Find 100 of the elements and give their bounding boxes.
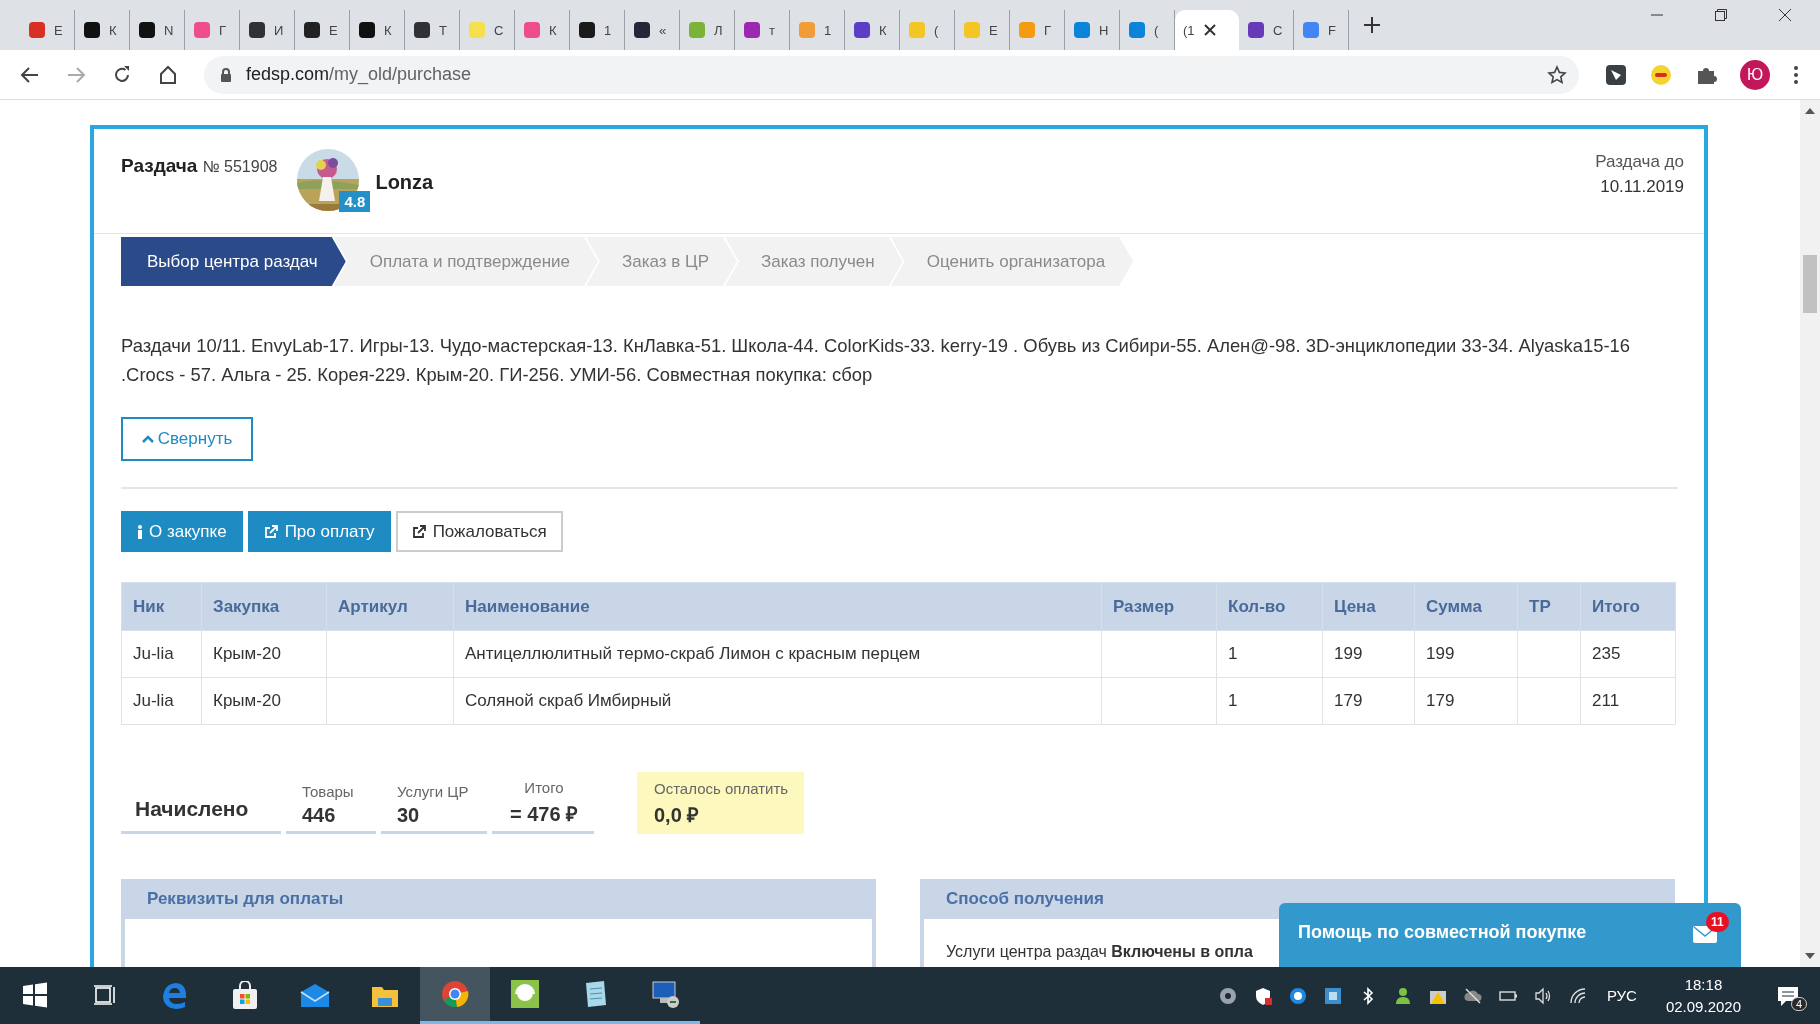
skype-icon[interactable] [1217,985,1238,1006]
rating-badge: 4.8 [339,191,371,212]
scroll-up-icon[interactable] [1805,108,1815,114]
favicon-icon [303,21,321,39]
star-icon[interactable] [1547,64,1567,85]
browser-tab[interactable]: С [460,10,515,50]
browser-tab[interactable]: С [1239,10,1294,50]
purchase-number: № 551908 [202,158,278,175]
favicon-icon [963,21,981,39]
browser-tab[interactable]: F [1294,10,1349,50]
profile-avatar[interactable]: Ю [1740,59,1770,90]
progress-step[interactable]: Выбор центра раздач [121,237,346,286]
cloud-icon[interactable] [1462,985,1483,1006]
favicon-icon [743,21,761,39]
column-header[interactable]: Цена [1322,582,1415,631]
table-cell: 199 [1414,630,1518,678]
column-header[interactable]: Кол-во [1216,582,1323,631]
browser-tab[interactable]: Е [20,10,75,50]
unread-badge: 11 [1706,912,1729,932]
summary-value: 446 [302,804,337,827]
browser-tab[interactable]: Л [680,10,735,50]
favicon-icon [853,21,871,39]
browser-tab[interactable]: ( [1120,10,1175,50]
browser-tab[interactable]: 1 [790,10,845,50]
action-button[interactable]: О закупке [121,511,243,552]
collapse-button[interactable]: Свернуть [121,417,253,461]
close-icon[interactable] [1778,8,1792,22]
column-header[interactable]: ТР [1517,582,1581,631]
favicon-icon [1073,21,1091,39]
browser-tab[interactable]: т [735,10,790,50]
reload-icon[interactable] [112,64,132,85]
browser-tab[interactable]: N [130,10,185,50]
restore-icon[interactable] [1714,8,1728,22]
scrollbar[interactable] [1800,100,1820,967]
extension-icon[interactable] [1650,63,1672,86]
browser-tab[interactable]: И [240,10,295,50]
browser-tab[interactable]: « [625,10,680,50]
favicon-icon [523,21,541,39]
table-cell: 235 [1580,630,1676,678]
table-cell: Крым-20 [201,677,327,725]
browser-tab[interactable]: Е [295,10,350,50]
clock[interactable]: 18:18 02.09.2020 [1665,973,1741,1018]
scroll-down-icon[interactable] [1805,953,1815,959]
browser-tab[interactable]: Г [1010,10,1065,50]
browser-tab[interactable]: Н [1065,10,1120,50]
column-header[interactable]: Размер [1101,582,1217,631]
menu-icon[interactable] [1793,64,1799,85]
favicon-icon [413,21,431,39]
wifi-icon[interactable] [1567,985,1588,1006]
chat-title: Помощь по совместной покупке [1298,922,1587,943]
browser-tab[interactable]: Т [405,10,460,50]
column-header[interactable]: Итого [1580,582,1676,631]
panel-title: Реквизиты для оплаты [146,888,345,910]
action-button[interactable]: Про оплату [247,511,391,552]
column-header[interactable]: Закупка [201,582,327,631]
external-link-icon [411,524,427,539]
favicon-icon [633,21,651,39]
favicon-icon [193,21,211,39]
browser-tab[interactable]: ( [900,10,955,50]
home-icon[interactable] [158,64,178,85]
info-icon [137,524,143,539]
description-text: Раздачи 10/11. EnvyLab-17. Игры-13. Чудо-мастерская-13. КнЛавка-51. Школа-44. ColorKids-33. kerry-19 . Обувь из Сибири-55. Ален@-98. 3D-энциклопедии 33-34. Alyaska15-16 .Crocs - 57. Альга - 25. Корея-229. Крым-20. ГИ-256. УМИ-56. Совместная покупка: сбор [121,334,1631,387]
summary-value: = 476 ₽ [508,802,580,827]
chrome-icon [440,979,470,1009]
phone-icon[interactable] [1287,985,1308,1006]
back-icon[interactable] [20,64,40,85]
column-header[interactable]: Ник [121,582,202,631]
browser-tab[interactable]: (1 [1175,10,1239,50]
external-link-icon [263,524,279,539]
column-header[interactable]: Наименование [453,582,1102,631]
chat-widget[interactable]: Помощь по совместной покупке 11 [1279,903,1741,967]
browser-tab[interactable]: К [515,10,570,50]
close-icon[interactable] [1202,23,1217,37]
favicon-icon [358,21,376,39]
table-cell: Крым-20 [201,630,327,678]
column-header[interactable]: Артикул [326,582,454,631]
extension-icon[interactable] [1605,63,1627,86]
scrollbar-thumb[interactable] [1803,255,1817,313]
chip-icon[interactable] [1322,985,1343,1006]
favicon-icon [1018,21,1036,39]
browser-tab[interactable]: К [845,10,900,50]
favicon-icon [578,21,596,39]
table-cell: 199 [1322,630,1415,678]
purchase-title: Раздача [121,155,198,176]
organizer-name[interactable]: Lonza [375,171,434,194]
browser-tab[interactable]: Е [955,10,1010,50]
language-indicator[interactable]: РУС [1606,987,1637,1004]
action-button[interactable]: Пожаловаться [395,511,563,552]
new-tab-icon[interactable] [1363,16,1381,34]
browser-tab[interactable]: К [350,10,405,50]
address-bar[interactable]: fedsp.com/my_old/purchase [204,55,1579,94]
volume-icon[interactable] [1532,985,1553,1006]
notification-icon[interactable] [1776,984,1800,1007]
column-header[interactable]: Сумма [1414,582,1518,631]
favicon-icon [138,21,156,39]
table-cell: 179 [1322,677,1415,725]
browser-tab[interactable]: 1 [570,10,625,50]
browser-tab[interactable]: К [75,10,130,50]
browser-tab[interactable]: Г [185,10,240,50]
deadline-date: 10.11.2019 [1599,176,1684,198]
